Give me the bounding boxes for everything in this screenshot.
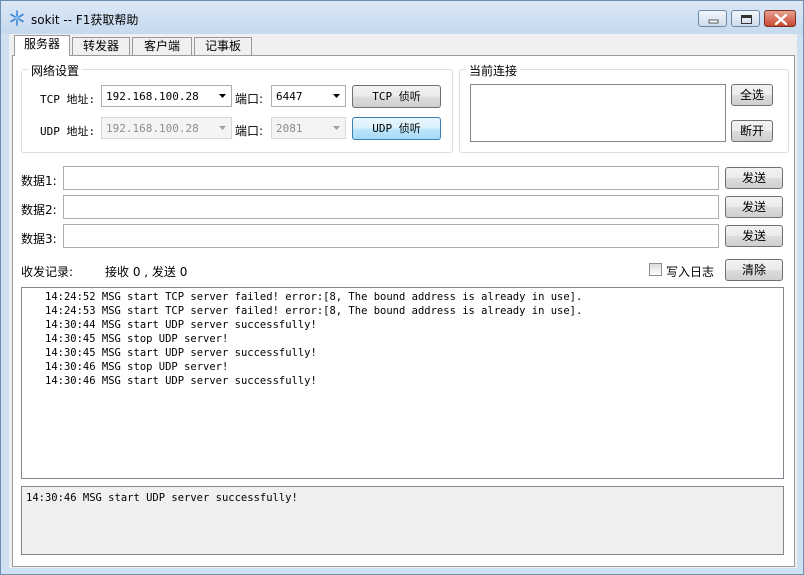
log-line: 14:30:45 MSG stop UDP server! bbox=[45, 333, 229, 345]
current-connections-group: 当前连接 全选 断开 bbox=[459, 62, 789, 153]
data3-label: 数据3: bbox=[21, 232, 57, 246]
data2-input[interactable] bbox=[63, 195, 719, 219]
maximize-icon bbox=[741, 15, 752, 24]
chevron-down-icon bbox=[333, 126, 340, 130]
minimize-icon bbox=[708, 19, 719, 24]
disconnect-button[interactable]: 断开 bbox=[731, 120, 773, 142]
connections-list[interactable] bbox=[470, 84, 726, 142]
tcp-listen-button[interactable]: TCP 侦听 bbox=[352, 85, 441, 108]
log-line: 14:30:46 MSG start UDP server successful… bbox=[45, 375, 317, 387]
status-view: 14:30:46 MSG start UDP server successful… bbox=[21, 486, 784, 555]
status-line: 14:30:46 MSG start UDP server successful… bbox=[26, 492, 298, 504]
udp-listen-button[interactable]: UDP 侦听 bbox=[352, 117, 441, 140]
maximize-button[interactable] bbox=[731, 10, 760, 27]
send-data2-button[interactable]: 发送 bbox=[725, 196, 783, 218]
log-line: 14:30:44 MSG start UDP server successful… bbox=[45, 319, 317, 331]
send-data1-label: 发送 bbox=[741, 171, 766, 185]
send-data3-button[interactable]: 发送 bbox=[725, 225, 783, 247]
chevron-down-icon bbox=[219, 94, 226, 98]
write-log-label[interactable]: 写入日志 bbox=[666, 263, 714, 280]
select-all-button[interactable]: 全选 bbox=[731, 84, 773, 106]
data1-label: 数据1: bbox=[21, 174, 57, 188]
udp-port-combo: 2081 bbox=[271, 117, 346, 139]
tcp-listen-label: TCP 侦听 bbox=[372, 90, 421, 103]
send-data2-label: 发送 bbox=[741, 200, 766, 214]
records-stats: 接收 0 , 发送 0 bbox=[105, 265, 188, 279]
network-settings-title: 网络设置 bbox=[28, 62, 83, 79]
write-log-checkbox[interactable] bbox=[649, 263, 662, 276]
chevron-down-icon bbox=[333, 94, 340, 98]
send-data3-label: 发送 bbox=[741, 229, 766, 243]
data3-input[interactable] bbox=[63, 224, 719, 248]
minimize-button[interactable] bbox=[698, 10, 727, 27]
clear-label: 清除 bbox=[741, 263, 766, 277]
tcp-port-value: 6447 bbox=[276, 90, 303, 103]
select-all-label: 全选 bbox=[739, 88, 764, 102]
log-line: 14:24:52 MSG start TCP server failed! er… bbox=[45, 291, 583, 303]
title-bar[interactable]: sokit -- F1获取帮助 bbox=[1, 1, 803, 34]
client-area: 服务器 转发器 客户端 记事板 网络设置 TCP 地址: 192.168.100… bbox=[9, 34, 797, 568]
data1-input[interactable] bbox=[63, 166, 719, 190]
close-button[interactable] bbox=[764, 10, 796, 27]
disconnect-label: 断开 bbox=[739, 124, 764, 138]
data2-label: 数据2: bbox=[21, 203, 57, 217]
tcp-address-value: 192.168.100.28 bbox=[106, 90, 199, 103]
udp-address-combo: 192.168.100.28 bbox=[101, 117, 232, 139]
tab-notepad[interactable]: 记事板 bbox=[194, 37, 252, 55]
tab-forwarder[interactable]: 转发器 bbox=[72, 37, 130, 55]
app-window: sokit -- F1获取帮助 服务器 转发器 客户端 记事板 网络设置 TCP… bbox=[0, 0, 804, 575]
tab-client[interactable]: 客户端 bbox=[132, 37, 192, 55]
udp-port-value: 2081 bbox=[276, 122, 303, 135]
tcp-port-label: 端口: bbox=[235, 92, 264, 106]
send-data1-button[interactable]: 发送 bbox=[725, 167, 783, 189]
tcp-address-combo[interactable]: 192.168.100.28 bbox=[101, 85, 232, 107]
udp-listen-label: UDP 侦听 bbox=[372, 122, 421, 135]
records-label: 收发记录: bbox=[21, 265, 74, 279]
udp-port-label: 端口: bbox=[235, 124, 264, 138]
window-title: sokit -- F1获取帮助 bbox=[31, 13, 139, 27]
udp-address-value: 192.168.100.28 bbox=[106, 122, 199, 135]
close-icon bbox=[774, 13, 788, 26]
log-view[interactable]: 14:24:52 MSG start TCP server failed! er… bbox=[21, 287, 784, 479]
tab-panel-server: 网络设置 TCP 地址: 192.168.100.28 端口: 6447 TCP… bbox=[12, 55, 795, 567]
log-line: 14:30:45 MSG start UDP server successful… bbox=[45, 347, 317, 359]
tcp-address-label: TCP 地址: bbox=[40, 93, 96, 106]
current-connections-title: 当前连接 bbox=[466, 62, 521, 79]
tcp-port-combo[interactable]: 6447 bbox=[271, 85, 346, 107]
clear-button[interactable]: 清除 bbox=[725, 259, 783, 281]
network-settings-group: 网络设置 TCP 地址: 192.168.100.28 端口: 6447 TCP… bbox=[21, 62, 453, 153]
log-line: 14:24:53 MSG start TCP server failed! er… bbox=[45, 305, 583, 317]
tab-server[interactable]: 服务器 bbox=[14, 35, 70, 56]
log-line: 14:30:46 MSG stop UDP server! bbox=[45, 361, 229, 373]
chevron-down-icon bbox=[219, 126, 226, 130]
udp-address-label: UDP 地址: bbox=[40, 125, 96, 138]
snowflake-icon bbox=[10, 10, 24, 26]
